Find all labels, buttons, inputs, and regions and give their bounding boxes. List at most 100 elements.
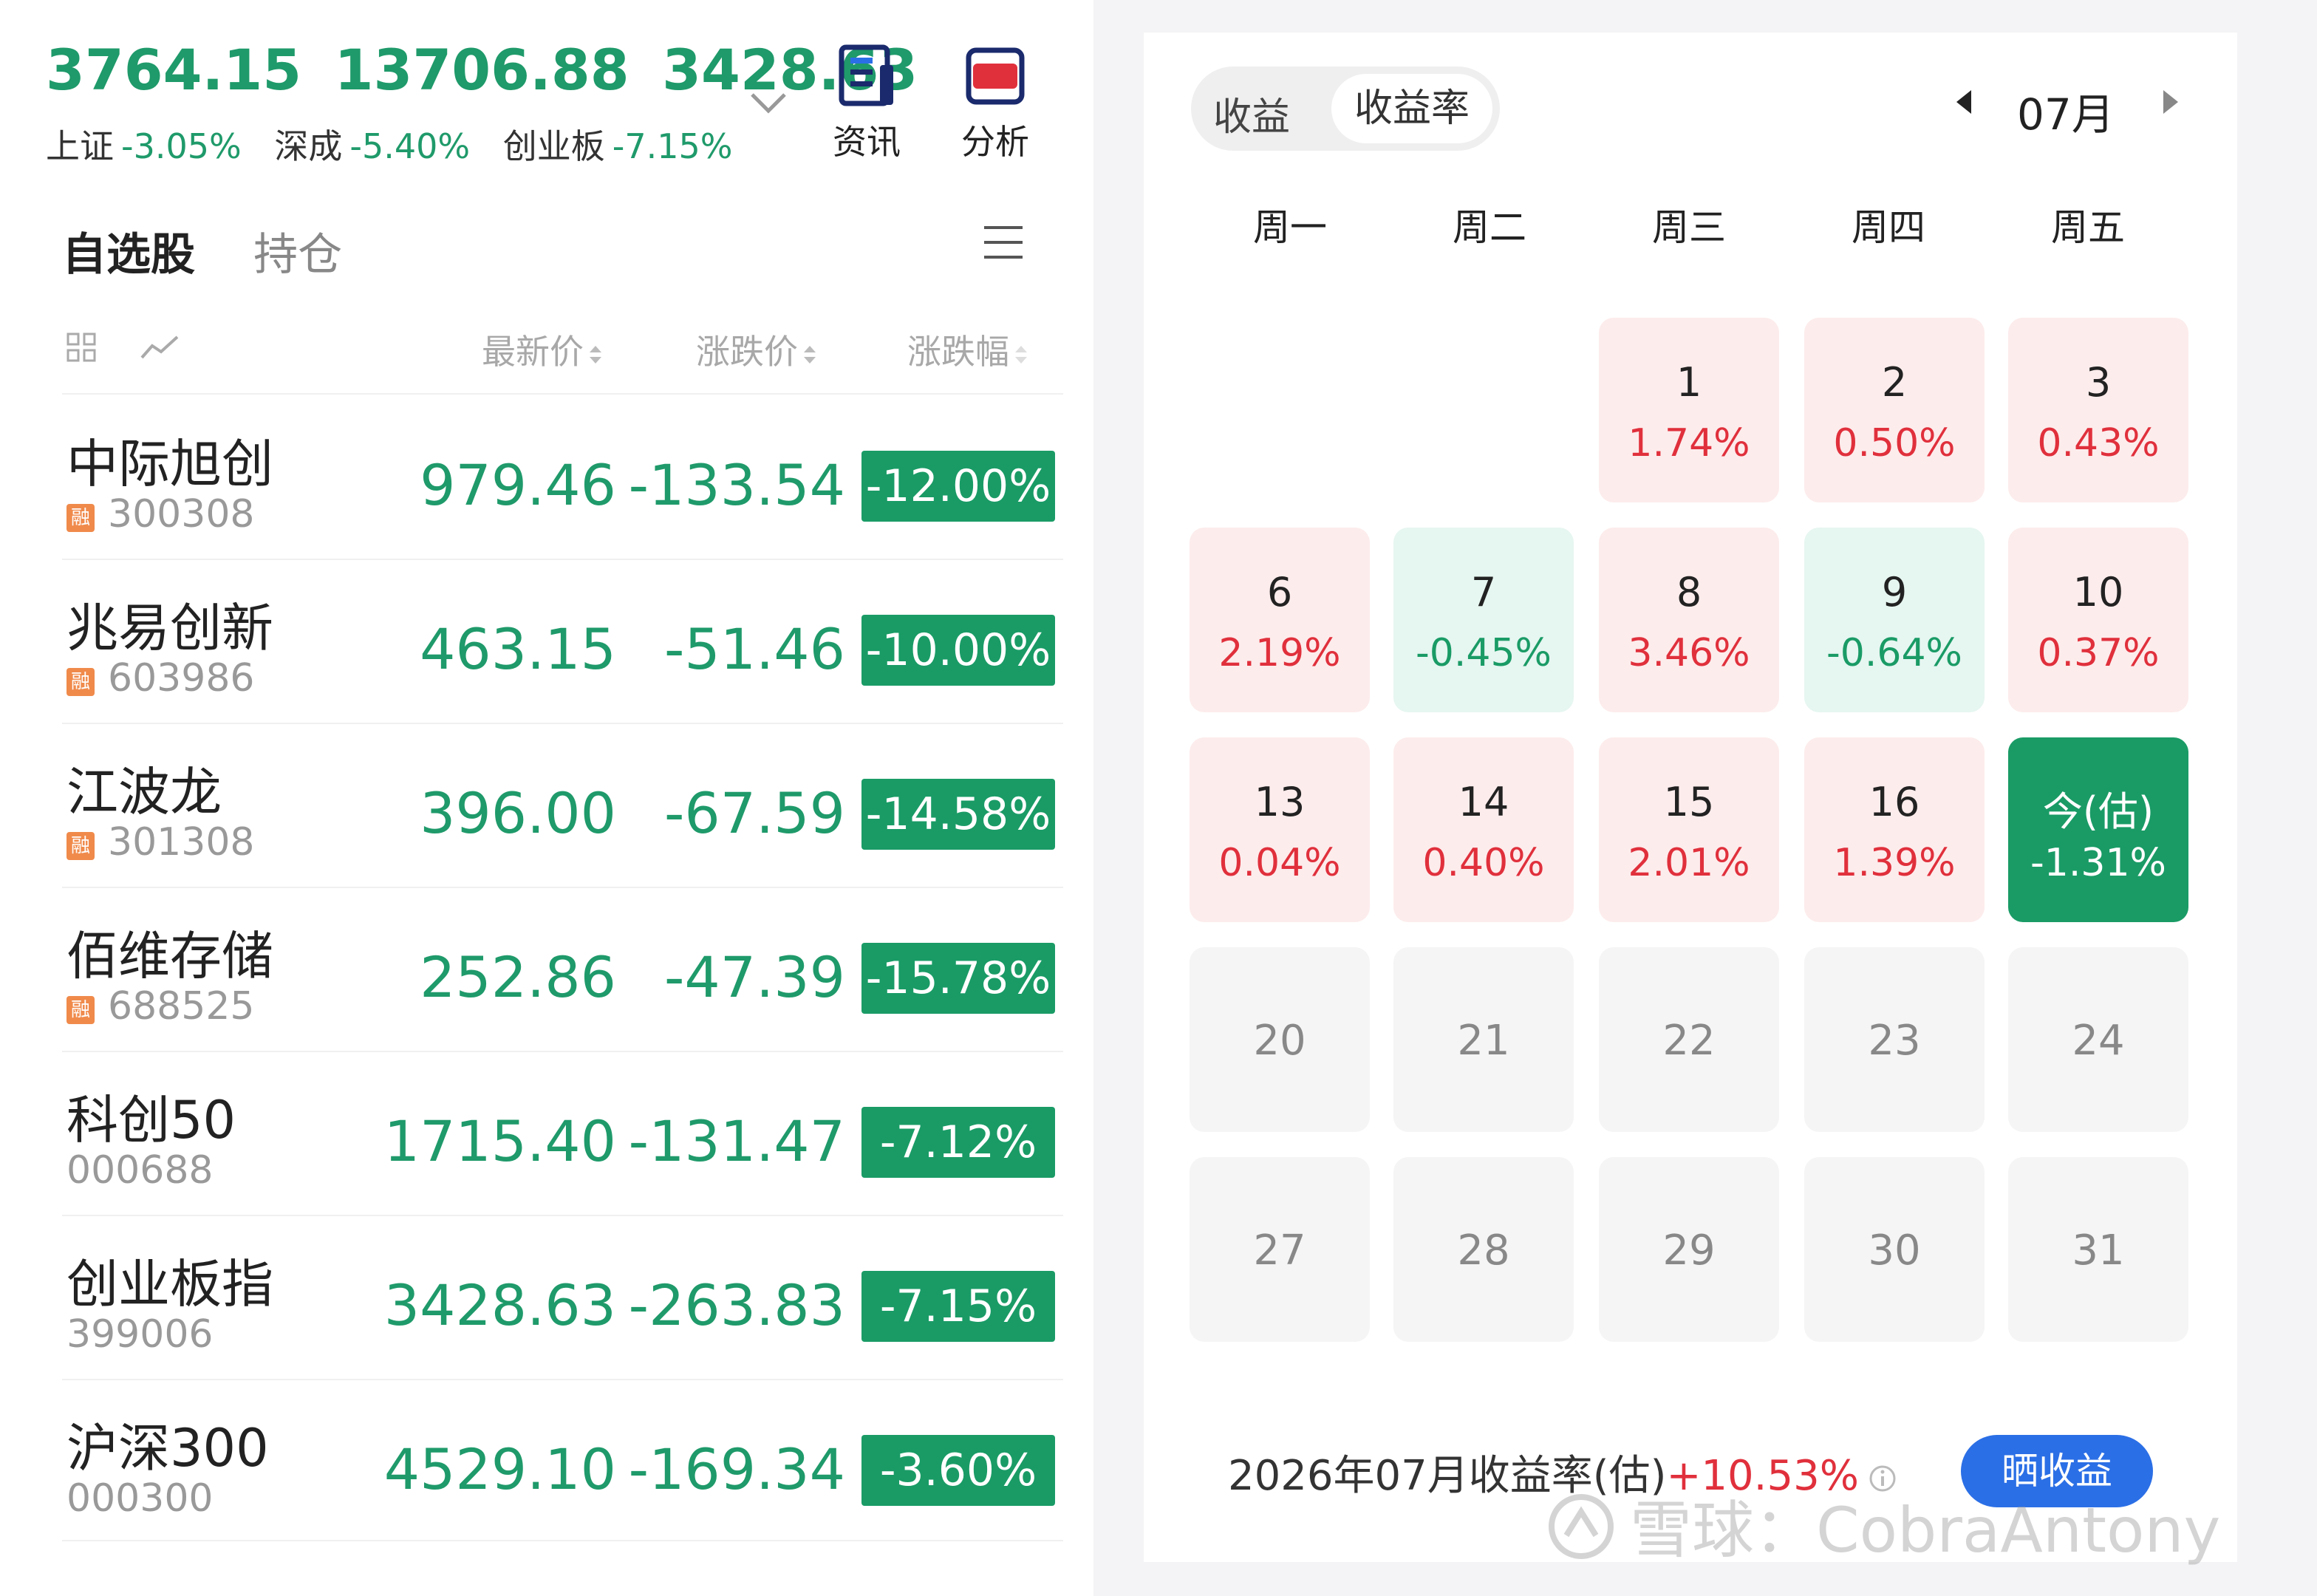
chevron-down-icon[interactable] [746,87,791,120]
weekday-tue: 周二 [1453,206,1526,249]
day-number: 24 [2072,1017,2125,1065]
stock-change: -133.54 [628,452,845,518]
index-pct-cyb: -7.15% [612,126,733,166]
calendar-day-future: 31 [2008,1157,2188,1342]
calendar-day[interactable]: 10 0.37% [2008,528,2188,712]
column-pct[interactable]: 涨跌幅 [907,325,1028,374]
segment-returns[interactable]: 收益 [1213,86,1290,141]
day-number: 3 [2085,359,2112,406]
calendar-day-future: 23 [1804,947,1985,1132]
stock-name: 创业板指 [66,1254,273,1314]
day-rate: 2.19% [1218,631,1341,675]
stock-code: 000300 [66,1476,214,1521]
day-number: 8 [1676,569,1702,615]
weekday-mon: 周一 [1253,206,1327,249]
index-pct-sz: -5.40% [349,126,471,166]
column-price[interactable]: 最新价 [482,325,603,374]
day-number: 22 [1662,1017,1716,1065]
stock-row[interactable]: 沪深300 000300 4529.10 -169.34 -3.60% [62,1380,1067,1544]
stock-pct-badge[interactable]: -7.15% [861,1271,1055,1342]
index-value-sz: 13706.88 [334,37,629,103]
calendar-day-future: 24 [2008,947,2188,1132]
day-number: 30 [1868,1227,1921,1275]
index-values[interactable]: 3764.15 13706.88 3428.63 [46,37,931,103]
stock-pct-badge[interactable]: -12.00% [861,451,1055,522]
day-number: 29 [1662,1227,1716,1275]
watchlist-analysis-icon [966,47,1025,105]
day-number: 20 [1253,1017,1306,1065]
grid-view-icon[interactable] [65,331,98,364]
stock-row[interactable]: 创业板指 399006 3428.63 -263.83 -7.15% [62,1216,1067,1380]
index-name-sh: 上证 [46,126,114,166]
day-rate: -0.64% [1826,631,1962,675]
margin-badge: 融 [66,832,95,860]
margin-badge: 融 [66,996,95,1024]
index-pct-sh: -3.05% [121,126,242,166]
stock-pct-badge[interactable]: -3.60% [861,1435,1055,1506]
index-value-sh: 3764.15 [46,37,302,103]
calendar-day-future: 22 [1599,947,1779,1132]
calendar-day[interactable]: 2 0.50% [1804,318,1985,502]
calendar-day[interactable]: 14 0.40% [1393,737,1574,922]
stock-row[interactable]: 中际旭创 融 300308 979.46 -133.54 -12.00% [62,396,1067,560]
stock-price: 1715.40 [383,1108,616,1174]
watermark-text: 雪球：CobraAntony [1630,1494,2221,1566]
trend-chart-icon[interactable] [139,331,180,364]
day-rate: 0.50% [1833,421,1956,466]
stock-name: 沪深300 [66,1418,269,1479]
margin-badge: 融 [66,504,95,532]
tab-holdings[interactable]: 持仓 [253,229,342,281]
day-number: 10 [2072,569,2124,615]
day-number: 27 [1253,1227,1306,1275]
stock-row[interactable]: 江波龙 融 301308 396.00 -67.59 -14.58% [62,724,1067,888]
analysis-button[interactable]: 分析 [947,44,1043,164]
tab-watchlist[interactable]: 自选股 [62,229,195,281]
stock-pct-badge[interactable]: -10.00% [861,615,1055,686]
calendar-day-future: 30 [1804,1157,1985,1342]
index-changes[interactable]: 上证 -3.05% 深成 -5.40% 创业板 -7.15% [46,120,754,168]
stock-name: 江波龙 [66,762,222,822]
stock-pct-badge[interactable]: -15.78% [861,943,1055,1014]
calendar-day[interactable]: 6 2.19% [1190,528,1370,712]
calendar-day[interactable]: 13 0.04% [1190,737,1370,922]
sort-icon [590,345,601,364]
day-number: 7 [1470,569,1497,615]
stock-code: 000688 [66,1148,214,1193]
stock-row[interactable]: 科创50 000688 1715.40 -131.47 -7.12% [62,1052,1067,1216]
stock-name: 兆易创新 [66,598,273,658]
divider [62,1540,1063,1541]
menu-icon[interactable] [981,222,1026,263]
calendar-day[interactable]: 1 1.74% [1599,318,1779,502]
prev-month-icon[interactable] [1951,80,1980,124]
calendar-day[interactable]: 8 3.46% [1599,528,1779,712]
watchlist-tabs: 自选股 持仓 [62,219,342,283]
stock-pct-badge[interactable]: -7.12% [861,1107,1055,1178]
calendar-day-future: 29 [1599,1157,1779,1342]
month-label: 07月 [2017,89,2115,140]
analysis-label: 分析 [961,122,1029,162]
calendar-day[interactable]: 7 -0.45% [1393,528,1574,712]
calendar-day[interactable]: 9 -0.64% [1804,528,1985,712]
weekday-wed: 周三 [1652,206,1726,249]
news-button[interactable]: 资讯 [819,44,915,164]
next-month-icon[interactable] [2154,80,2184,124]
watchlist-panel: 3764.15 13706.88 3428.63 上证 -3.05% 深成 -5.4… [0,0,1093,1596]
stock-change: -263.83 [628,1272,845,1338]
stock-price: 4529.10 [383,1436,616,1502]
column-change[interactable]: 涨跌价 [696,325,817,374]
calendar-day[interactable]: 15 2.01% [1599,737,1779,922]
stock-row[interactable]: 兆易创新 融 603986 463.15 -51.46 -10.00% [62,560,1067,724]
stock-pct-badge[interactable]: -14.58% [861,779,1055,850]
calendar-day-future: 28 [1393,1157,1574,1342]
stock-name: 科创50 [66,1090,236,1150]
calendar-day[interactable]: 3 0.43% [2008,318,2188,502]
stock-row[interactable]: 佰维存储 融 688525 252.86 -47.39 -15.78% [62,888,1067,1052]
sort-icon [804,345,816,364]
calendar-day[interactable]: 16 1.39% [1804,737,1985,922]
sort-icon [1015,345,1027,364]
day-number: 1 [1676,359,1702,406]
day-rate: 2.01% [1628,841,1750,885]
calendar-day-today[interactable]: 今(估) -1.31% [2008,737,2188,922]
day-rate: 1.74% [1628,421,1750,466]
segment-return-rate[interactable]: 收益率 [1331,74,1492,143]
